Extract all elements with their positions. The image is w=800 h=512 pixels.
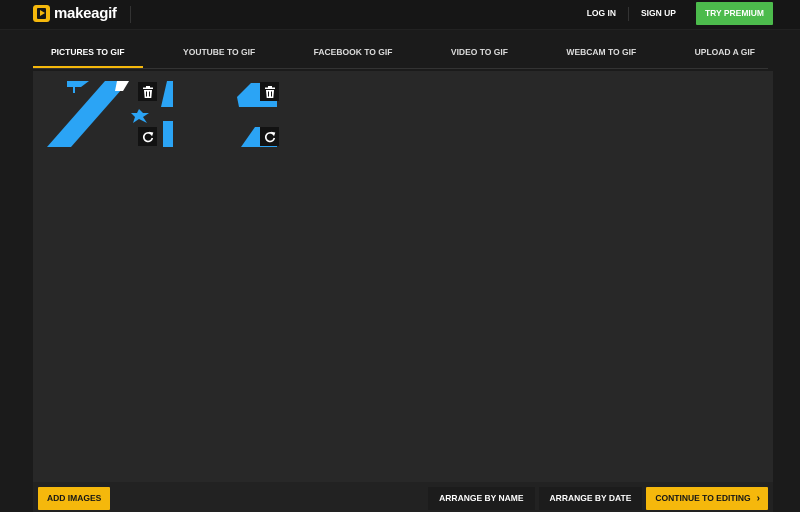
makeagif-logo[interactable]: makeagif <box>33 3 117 23</box>
tab-video-to-gif[interactable]: VIDEO TO GIF <box>433 42 526 67</box>
tab-pictures-to-gif[interactable]: PICTURES TO GIF <box>33 42 143 68</box>
tab-webcam-to-gif[interactable]: WEBCAM TO GIF <box>548 42 654 67</box>
logo-text: makeagif <box>54 4 117 22</box>
arrange-by-date-button[interactable]: ARRANGE BY DATE <box>538 487 643 510</box>
footer-actions: ARRANGE BY NAME ARRANGE BY DATE CONTINUE… <box>424 487 768 510</box>
login-link[interactable]: LOG IN <box>575 2 628 25</box>
try-premium-button[interactable]: TRY PREMIUM <box>695 2 773 25</box>
rotate-thumbnail-button[interactable] <box>138 127 157 146</box>
account-nav: LOG IN SIGN UP TRY PREMIUM <box>575 2 773 25</box>
tab-upload-a-gif[interactable]: UPLOAD A GIF <box>677 42 768 67</box>
conversion-tabs: PICTURES TO GIF YOUTUBE TO GIF FACEBOOK … <box>33 42 768 69</box>
rotate-icon <box>142 131 153 142</box>
image-thumbnail[interactable] <box>45 79 173 149</box>
delete-thumbnail-button[interactable] <box>138 82 157 101</box>
continue-label: CONTINUE TO EDITING <box>655 493 751 503</box>
image-workspace <box>33 71 773 482</box>
continue-to-editing-button[interactable]: CONTINUE TO EDITING › <box>646 487 768 510</box>
image-thumbnail[interactable] <box>237 79 281 149</box>
add-images-button[interactable]: ADD IMAGES <box>38 487 111 510</box>
rotate-thumbnail-button[interactable] <box>260 127 279 146</box>
play-logo-icon <box>33 4 50 22</box>
rotate-icon <box>264 131 275 142</box>
trash-icon <box>264 85 275 98</box>
top-navigation-bar: makeagif LOG IN SIGN UP TRY PREMIUM <box>0 0 800 30</box>
signup-link[interactable]: SIGN UP <box>629 2 688 25</box>
trash-icon <box>142 85 153 98</box>
tab-facebook-to-gif[interactable]: FACEBOOK TO GIF <box>296 42 411 67</box>
chevron-right-icon: › <box>756 493 760 504</box>
arrange-by-name-button[interactable]: ARRANGE BY NAME <box>428 487 535 510</box>
workspace-footer: ADD IMAGES ARRANGE BY NAME ARRANGE BY DA… <box>33 482 773 512</box>
tab-youtube-to-gif[interactable]: YOUTUBE TO GIF <box>165 42 273 67</box>
header-divider <box>130 6 131 23</box>
delete-thumbnail-button[interactable] <box>260 82 279 101</box>
